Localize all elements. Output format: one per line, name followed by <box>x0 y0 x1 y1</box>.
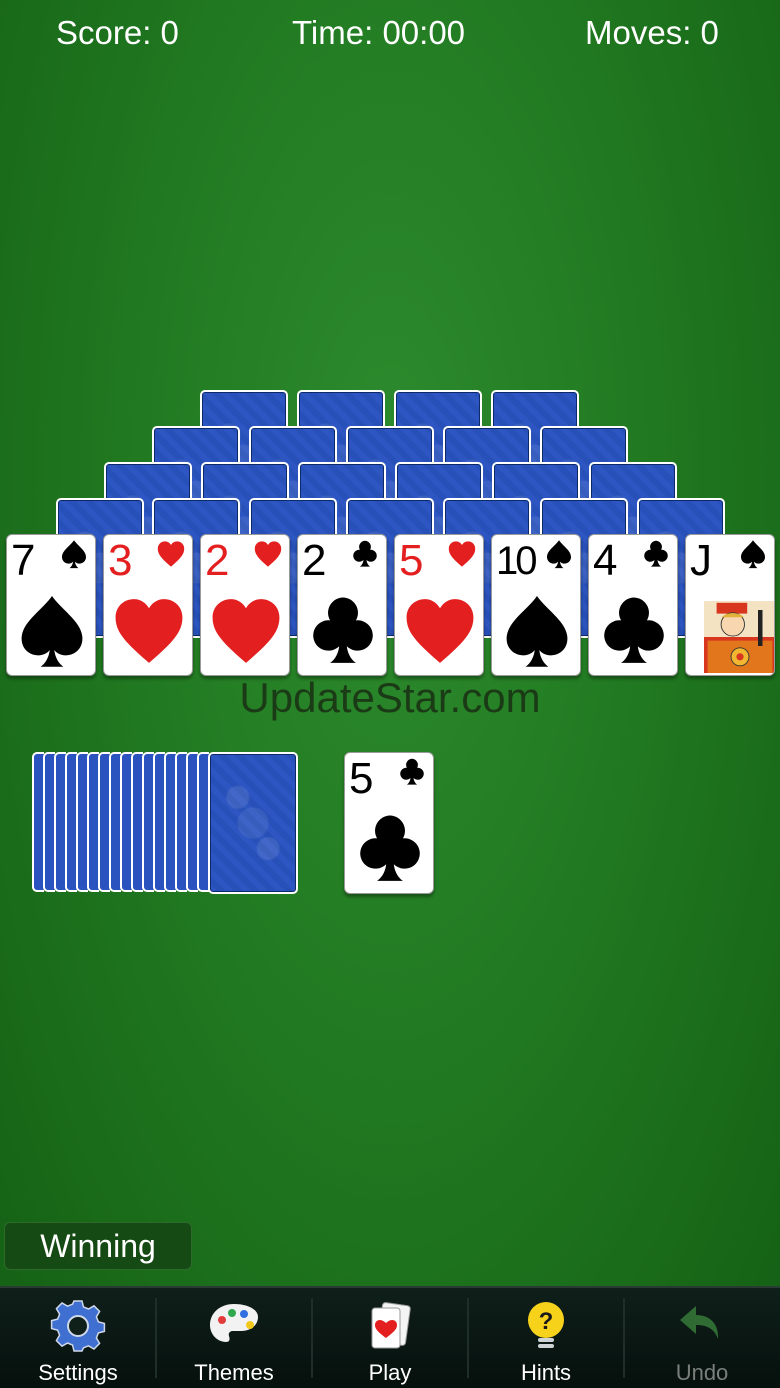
heart-suit-icon <box>157 541 185 567</box>
spade-suit-icon <box>21 596 83 667</box>
card-rank: J <box>690 536 712 585</box>
play-button[interactable]: Play <box>312 1288 468 1388</box>
tableau-card[interactable]: 2 <box>200 534 290 676</box>
tableau-card[interactable]: J <box>685 534 775 676</box>
themes-button[interactable]: Themes <box>156 1288 312 1388</box>
club-suit-icon <box>313 597 373 663</box>
watermark-text: UpdateStar.com <box>239 674 541 721</box>
spade-suit-icon <box>741 540 765 569</box>
jack-portrait-icon <box>704 601 774 673</box>
undo-button[interactable]: Undo <box>624 1288 780 1388</box>
card-rank: 5 <box>349 754 374 803</box>
card-rank: 3 <box>108 536 133 585</box>
club-suit-icon <box>604 597 664 663</box>
bottom-toolbar: Settings Themes Play ? Hints Undo <box>0 1286 780 1388</box>
tableau-card[interactable]: 2 <box>297 534 387 676</box>
hints-label: Hints <box>520 1360 572 1385</box>
tableau-card[interactable]: 10 <box>491 534 581 676</box>
settings-button[interactable]: Settings <box>0 1288 156 1388</box>
tableau-card[interactable]: 7 <box>6 534 96 676</box>
undo-label: Undo <box>675 1360 729 1385</box>
svg-text:?: ? <box>539 1308 554 1335</box>
club-suit-icon <box>353 540 377 567</box>
themes-label: Themes <box>194 1360 274 1385</box>
card-rank: 5 <box>399 536 424 585</box>
hints-button[interactable]: ? Hints <box>468 1288 624 1388</box>
club-suit-icon <box>360 815 420 881</box>
spade-suit-icon <box>547 540 571 569</box>
heart-suit-icon <box>406 599 474 663</box>
card-rank: 2 <box>302 536 327 585</box>
lightbulb-icon: ? <box>528 1302 564 1348</box>
tableau-card[interactable]: 4 <box>588 534 678 676</box>
undo-arrow-icon <box>680 1306 719 1339</box>
card-rank: 7 <box>11 536 36 585</box>
gear-icon <box>50 1300 106 1352</box>
heart-suit-icon <box>212 599 280 663</box>
card-rank: 10 <box>496 539 537 583</box>
time-label: Time: 00:00 <box>292 14 466 51</box>
moves-label: Moves: 0 <box>585 14 719 51</box>
club-suit-icon <box>644 540 668 567</box>
heart-suit-icon <box>254 541 282 567</box>
winning-badge[interactable]: Winning <box>4 1222 192 1270</box>
palette-icon <box>210 1304 258 1342</box>
tableau-card[interactable]: 3 <box>103 534 193 676</box>
heart-suit-icon <box>115 599 183 663</box>
spade-suit-icon <box>62 540 86 569</box>
club-suit-icon <box>400 758 424 785</box>
stock-top-card[interactable] <box>208 752 298 894</box>
card-rank: 4 <box>593 536 618 585</box>
play-label: Play <box>368 1360 412 1385</box>
tableau-card[interactable]: 5 <box>394 534 484 676</box>
cards-icon <box>371 1302 411 1349</box>
card-rank: 2 <box>205 536 230 585</box>
spade-suit-icon <box>506 596 568 667</box>
heart-suit-icon <box>448 541 476 567</box>
settings-label: Settings <box>38 1360 118 1385</box>
waste-card[interactable]: 5 <box>344 752 434 894</box>
score-label: Score: 0 <box>56 14 179 51</box>
